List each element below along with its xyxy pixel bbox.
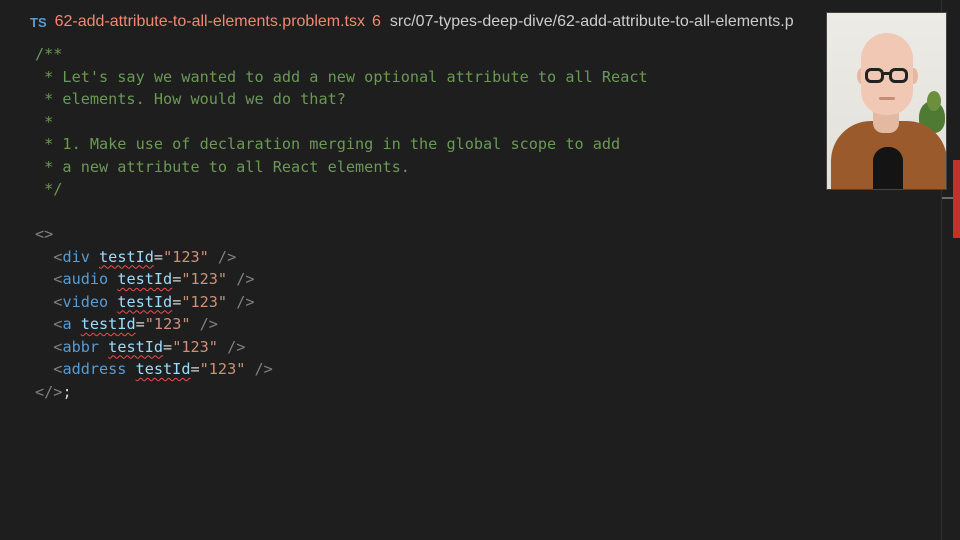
editor-tab-bar: TS 62-add-attribute-to-all-elements.prob…	[0, 0, 960, 44]
jsx-element-line: <div testId="123" />	[35, 246, 935, 269]
jsx-open-bracket: <	[35, 315, 63, 333]
jsx-element-line: <audio testId="123" />	[35, 268, 935, 291]
jsx-attribute-error: testId	[99, 247, 154, 266]
jsx-open-bracket: <	[35, 247, 63, 266]
jsx-self-close: />	[217, 337, 246, 356]
jsx-element-line: <abbr testId="123" />	[35, 336, 935, 359]
webcam-overlay	[826, 12, 947, 190]
jsx-self-close: />	[245, 360, 273, 378]
jsx-attribute-error: testId	[80, 315, 136, 333]
jsx-self-close: />	[208, 247, 237, 266]
jsx-attribute-error: testId	[135, 360, 191, 378]
jsx-open-bracket: <	[35, 360, 63, 378]
fragment-close: </>	[35, 382, 63, 401]
jsx-tag-name: a	[62, 315, 72, 333]
comment-line: *	[35, 112, 54, 131]
jsx-tag-name: abbr	[62, 337, 100, 356]
file-path-breadcrumb[interactable]: src/07-types-deep-dive/62-add-attribute-…	[390, 13, 794, 31]
plant-decoration	[927, 91, 941, 111]
jsx-attribute-error: testId	[117, 270, 173, 288]
comment-line: * 1. Make use of declaration merging in …	[35, 135, 621, 153]
jsx-string-value: "123"	[199, 360, 246, 378]
jsx-tag-name: address	[62, 360, 127, 378]
comment-line: /**	[35, 45, 63, 63]
glasses-lens	[889, 68, 908, 83]
jsx-tag-name: div	[62, 247, 90, 266]
jsx-string-value: "123"	[181, 292, 228, 311]
tab-filename[interactable]: 62-add-attribute-to-all-elements.problem…	[55, 13, 365, 31]
microphone-icon	[873, 147, 903, 189]
jsx-string-value: "123"	[172, 337, 218, 356]
jsx-element-line: <video testId="123" />	[35, 291, 935, 314]
scrollbar-thumb[interactable]	[953, 160, 960, 238]
fragment-open: <>	[35, 225, 54, 243]
error-count-badge: 6	[371, 13, 381, 30]
jsx-self-close: />	[227, 270, 255, 288]
jsx-open-bracket: <	[35, 270, 63, 288]
presenter-mouth	[879, 97, 895, 100]
jsx-string-value: "123"	[181, 270, 228, 288]
jsx-string-value: "123"	[163, 247, 209, 266]
jsx-elements: <div testId="123" /> <audio testId="123"…	[35, 246, 935, 381]
jsx-open-bracket: <	[35, 337, 63, 356]
jsx-tag-name: video	[62, 292, 109, 311]
jsx-equals: =	[163, 337, 173, 356]
jsx-attribute-error: testId	[108, 337, 164, 356]
glasses-lens	[865, 68, 884, 83]
comment-line: */	[35, 180, 63, 198]
jsx-equals: =	[172, 270, 182, 288]
jsx-string-value: "123"	[144, 315, 191, 333]
jsx-attribute-error: testId	[117, 292, 173, 311]
jsx-element-line: <address testId="123" />	[35, 358, 935, 381]
jsx-self-close: />	[227, 292, 255, 311]
typescript-icon: TS	[30, 14, 47, 30]
glasses-bridge	[883, 72, 890, 75]
jsx-equals: =	[190, 360, 200, 378]
statement-terminator: ;	[62, 382, 72, 401]
jsx-open-bracket: <	[35, 292, 63, 311]
jsx-self-close: />	[190, 315, 218, 333]
jsx-tag-name: audio	[62, 270, 109, 288]
jsx-equals: =	[135, 315, 145, 333]
comment-line: * Let's say we wanted to add a new optio…	[35, 67, 648, 86]
comment-line: * elements. How would we do that?	[35, 90, 346, 108]
fragment-close-line: </>;	[35, 381, 935, 404]
jsx-element-line: <a testId="123" />	[35, 313, 935, 336]
jsx-equals: =	[153, 247, 164, 266]
comment-line: * a new attribute to all React elements.	[35, 157, 410, 176]
code-editor[interactable]: /** * Let's say we wanted to add a new o…	[35, 43, 935, 403]
jsx-equals: =	[172, 292, 182, 311]
